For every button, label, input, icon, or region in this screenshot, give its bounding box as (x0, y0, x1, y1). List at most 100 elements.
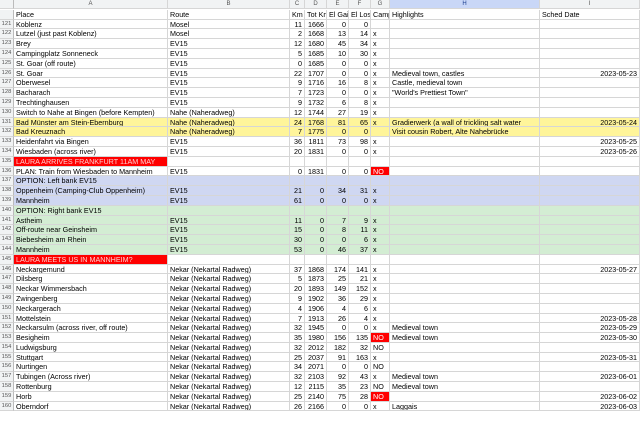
cell-highlights[interactable] (390, 97, 540, 108)
cell-sched-date[interactable] (540, 97, 640, 108)
cell-sched-date[interactable]: 2023-05-23 (540, 68, 640, 79)
cell-highlights[interactable]: Medieval town (390, 382, 540, 392)
cell-km[interactable]: 11 (290, 19, 305, 30)
cell-camp[interactable]: x (371, 58, 390, 69)
cell-route[interactable]: EV15 (168, 195, 290, 206)
cell-sched-date[interactable] (540, 244, 640, 255)
cell-camp[interactable]: NO (371, 333, 390, 343)
row-header[interactable]: 122 (0, 29, 14, 40)
row-header[interactable]: 124 (0, 48, 14, 59)
cell-place[interactable]: Stuttgart (14, 352, 168, 363)
cell-place[interactable]: Bacharach (14, 88, 168, 98)
cell-el-loss[interactable]: 163 (349, 352, 371, 363)
cell-camp[interactable]: x (371, 146, 390, 157)
row-header[interactable]: 153 (0, 333, 14, 343)
cell-el-gain[interactable]: 0 (327, 88, 349, 98)
cell-tot-km[interactable]: 2115 (305, 382, 327, 392)
cell-el-gain[interactable]: 34 (327, 186, 349, 196)
cell-sched-date[interactable] (540, 195, 640, 206)
cell-route[interactable]: EV15 (168, 235, 290, 245)
cell-el-gain[interactable]: 92 (327, 372, 349, 383)
row-header[interactable] (0, 9, 14, 20)
cell-km[interactable]: 21 (290, 186, 305, 196)
cell-sched-date[interactable] (540, 39, 640, 49)
cell-sched-date[interactable] (540, 225, 640, 236)
cell-sched-date[interactable]: 2023-05-25 (540, 137, 640, 147)
cell-place[interactable]: Brey (14, 39, 168, 49)
cell-tot-km[interactable] (305, 205, 327, 216)
cell-highlights[interactable]: Visit cousin Robert, Alte Nahebrücke (390, 127, 540, 138)
header-route[interactable]: Route (168, 9, 290, 20)
cell-place[interactable]: Wiesbaden (across river) (14, 146, 168, 157)
header-camp[interactable]: Camp (371, 9, 390, 20)
cell-camp[interactable]: x (371, 68, 390, 79)
cell-route[interactable]: EV15 (168, 186, 290, 196)
cell-el-loss[interactable]: 0 (349, 166, 371, 177)
cell-km[interactable]: 25 (290, 352, 305, 363)
row-header[interactable]: 136 (0, 166, 14, 177)
cell-tot-km[interactable]: 1945 (305, 323, 327, 334)
cell-camp[interactable] (371, 205, 390, 216)
cell-route[interactable]: EV15 (168, 244, 290, 255)
cell-km[interactable]: 9 (290, 97, 305, 108)
cell-place[interactable]: Mannheim (14, 244, 168, 255)
cell-el-loss[interactable] (349, 254, 371, 265)
cell-route[interactable]: EV15 (168, 48, 290, 59)
row-header[interactable]: 148 (0, 284, 14, 294)
row-header[interactable]: 142 (0, 225, 14, 236)
row-header[interactable]: 134 (0, 146, 14, 157)
cell-tot-km[interactable]: 0 (305, 235, 327, 245)
cell-place[interactable]: PLAN: Train from Wiesbaden to Mannheim (14, 166, 168, 177)
row-header[interactable]: 149 (0, 293, 14, 304)
cell-el-gain[interactable]: 8 (327, 225, 349, 236)
cell-el-gain[interactable]: 25 (327, 274, 349, 285)
cell-camp[interactable]: NO (371, 362, 390, 373)
cell-el-loss[interactable]: 43 (349, 372, 371, 383)
cell-km[interactable]: 37 (290, 264, 305, 275)
cell-camp[interactable]: x (371, 313, 390, 324)
cell-tot-km[interactable]: 1680 (305, 39, 327, 49)
cell-place[interactable]: LAURA ARRIVES FRANKFURT 11AM MAY (14, 156, 168, 167)
cell-highlights[interactable] (390, 195, 540, 206)
cell-place[interactable]: Neckarsulm (across river, off route) (14, 323, 168, 334)
corner-cell[interactable] (0, 0, 14, 9)
cell-camp[interactable] (371, 176, 390, 187)
cell-el-gain[interactable]: 13 (327, 29, 349, 40)
cell-highlights[interactable]: "World's Prettiest Town" (390, 88, 540, 98)
cell-sched-date[interactable] (540, 274, 640, 285)
cell-route[interactable]: EV15 (168, 78, 290, 89)
cell-route[interactable] (168, 156, 290, 167)
cell-tot-km[interactable] (305, 176, 327, 187)
cell-el-gain[interactable]: 182 (327, 342, 349, 353)
cell-camp[interactable]: x (371, 39, 390, 49)
cell-el-loss[interactable]: 0 (349, 195, 371, 206)
cell-route[interactable]: Nekar (Nekartal Radweg) (168, 362, 290, 373)
column-header-d[interactable]: D (305, 0, 327, 9)
row-header[interactable]: 150 (0, 303, 14, 314)
cell-el-gain[interactable] (327, 156, 349, 167)
cell-el-gain[interactable]: 0 (327, 146, 349, 157)
cell-tot-km[interactable]: 1906 (305, 303, 327, 314)
row-header[interactable]: 151 (0, 313, 14, 324)
cell-camp[interactable]: x (371, 372, 390, 383)
cell-camp[interactable]: NO (371, 391, 390, 402)
cell-tot-km[interactable]: 1831 (305, 166, 327, 177)
cell-highlights[interactable] (390, 58, 540, 69)
cell-el-gain[interactable]: 81 (327, 117, 349, 128)
cell-place[interactable]: LAURA MEETS US IN MANNHEIM? (14, 254, 168, 265)
cell-place[interactable]: Mottelstein (14, 313, 168, 324)
cell-el-loss[interactable]: 0 (349, 362, 371, 373)
column-header-c[interactable]: C (290, 0, 305, 9)
cell-tot-km[interactable]: 1685 (305, 58, 327, 69)
cell-tot-km[interactable]: 1744 (305, 107, 327, 118)
cell-highlights[interactable]: Castle, medieval town (390, 78, 540, 89)
cell-el-gain[interactable] (327, 254, 349, 265)
cell-km[interactable]: 4 (290, 303, 305, 314)
cell-place[interactable]: Astheim (14, 215, 168, 226)
header-tot-km[interactable]: Tot Km (305, 9, 327, 20)
cell-el-loss[interactable]: 37 (349, 244, 371, 255)
cell-place[interactable]: Zwingenberg (14, 293, 168, 304)
cell-camp[interactable]: x (371, 225, 390, 236)
cell-highlights[interactable] (390, 186, 540, 196)
row-header[interactable]: 152 (0, 323, 14, 334)
